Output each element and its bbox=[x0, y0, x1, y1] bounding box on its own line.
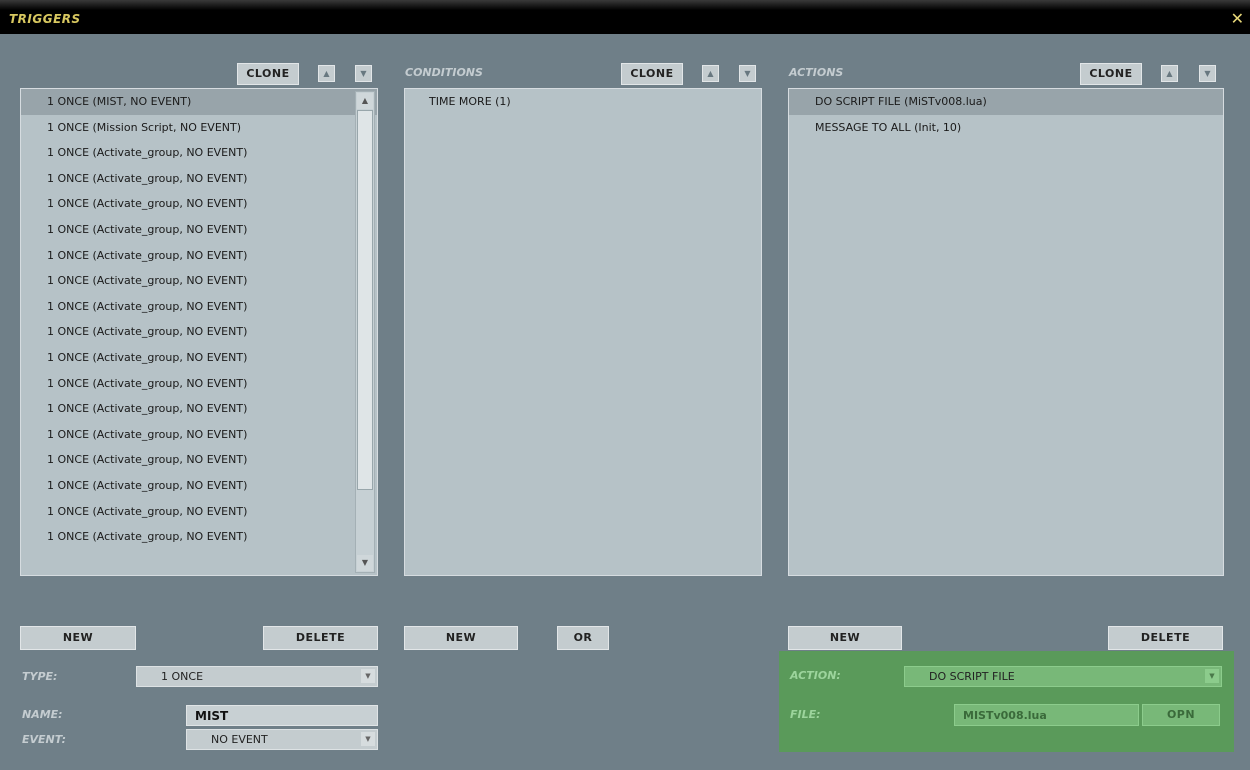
file-field[interactable]: MISTv008.lua bbox=[954, 704, 1139, 726]
scroll-thumb[interactable] bbox=[357, 110, 373, 490]
trigger-list-item[interactable]: 1 ONCE (Activate_group, NO EVENT) bbox=[21, 345, 377, 371]
action-properties-panel: ACTION: DO SCRIPT FILE ▼ FILE: MISTv008.… bbox=[779, 651, 1234, 752]
trigger-list-item[interactable]: 1 ONCE (Activate_group, NO EVENT) bbox=[21, 268, 377, 294]
condition-list-item[interactable]: TIME MORE (1) bbox=[405, 89, 761, 115]
conditions-clone-button[interactable]: CLONE bbox=[621, 63, 683, 85]
actions-list[interactable]: DO SCRIPT FILE (MiSTv008.lua) MESSAGE TO … bbox=[788, 88, 1224, 576]
file-open-button[interactable]: OPN bbox=[1142, 704, 1220, 726]
triggers-scrollbar[interactable]: ▲ ▼ bbox=[355, 91, 375, 573]
triggers-list[interactable]: 1 ONCE (MIST, NO EVENT) 1 ONCE (Mission S… bbox=[20, 88, 378, 576]
condition-or-button[interactable]: OR bbox=[557, 626, 609, 650]
type-label: TYPE: bbox=[22, 670, 58, 683]
conditions-move-up-icon[interactable]: ▲ bbox=[702, 65, 719, 82]
close-icon[interactable]: ✕ bbox=[1231, 9, 1244, 28]
condition-new-button[interactable]: NEW bbox=[404, 626, 518, 650]
event-select[interactable]: NO EVENT ▼ bbox=[186, 729, 378, 750]
type-value: 1 ONCE bbox=[161, 670, 204, 683]
trigger-list-item[interactable]: 1 ONCE (Activate_group, NO EVENT) bbox=[21, 524, 377, 550]
trigger-list-item[interactable]: 1 ONCE (Activate_group, NO EVENT) bbox=[21, 217, 377, 243]
type-select[interactable]: 1 ONCE ▼ bbox=[136, 666, 378, 687]
event-label: EVENT: bbox=[22, 733, 67, 746]
scroll-up-icon[interactable]: ▲ bbox=[357, 93, 373, 109]
chevron-down-icon: ▼ bbox=[1205, 669, 1219, 683]
name-label: NAME: bbox=[22, 708, 63, 721]
scroll-down-icon[interactable]: ▼ bbox=[357, 555, 373, 571]
actions-move-up-icon[interactable]: ▲ bbox=[1161, 65, 1178, 82]
action-new-button[interactable]: NEW bbox=[788, 626, 902, 650]
file-label: FILE: bbox=[790, 708, 821, 721]
actions-header: ACTIONS bbox=[789, 66, 844, 79]
actions-move-down-icon[interactable]: ▼ bbox=[1199, 65, 1216, 82]
chevron-down-icon: ▼ bbox=[361, 669, 375, 683]
title-bar: TRIGGERS ✕ bbox=[0, 0, 1250, 34]
triggers-clone-button[interactable]: CLONE bbox=[237, 63, 299, 85]
trigger-list-item[interactable]: 1 ONCE (Activate_group, NO EVENT) bbox=[21, 140, 377, 166]
trigger-list-item[interactable]: 1 ONCE (Activate_group, NO EVENT) bbox=[21, 499, 377, 525]
trigger-list-item[interactable]: 1 ONCE (Activate_group, NO EVENT) bbox=[21, 166, 377, 192]
window-title: TRIGGERS bbox=[9, 12, 81, 26]
conditions-list[interactable]: TIME MORE (1) bbox=[404, 88, 762, 576]
trigger-new-button[interactable]: NEW bbox=[20, 626, 136, 650]
action-list-item[interactable]: MESSAGE TO ALL (Init, 10) bbox=[789, 115, 1223, 141]
action-label: ACTION: bbox=[790, 669, 841, 682]
name-field[interactable]: MIST bbox=[186, 705, 378, 726]
conditions-header: CONDITIONS bbox=[405, 66, 483, 79]
triggers-move-down-icon[interactable]: ▼ bbox=[355, 65, 372, 82]
chevron-down-icon: ▼ bbox=[361, 732, 375, 746]
action-value: DO SCRIPT FILE bbox=[929, 670, 1015, 683]
trigger-list-item[interactable]: 1 ONCE (Activate_group, NO EVENT) bbox=[21, 243, 377, 269]
action-delete-button[interactable]: DELETE bbox=[1108, 626, 1223, 650]
action-list-item[interactable]: DO SCRIPT FILE (MiSTv008.lua) bbox=[789, 89, 1223, 115]
triggers-move-up-icon[interactable]: ▲ bbox=[318, 65, 335, 82]
trigger-list-item[interactable]: 1 ONCE (Mission Script, NO EVENT) bbox=[21, 115, 377, 141]
trigger-list-item[interactable]: 1 ONCE (Activate_group, NO EVENT) bbox=[21, 447, 377, 473]
trigger-list-item[interactable]: 1 ONCE (Activate_group, NO EVENT) bbox=[21, 422, 377, 448]
trigger-list-item[interactable]: 1 ONCE (Activate_group, NO EVENT) bbox=[21, 473, 377, 499]
trigger-list-item[interactable]: 1 ONCE (Activate_group, NO EVENT) bbox=[21, 396, 377, 422]
action-select[interactable]: DO SCRIPT FILE ▼ bbox=[904, 666, 1222, 687]
actions-clone-button[interactable]: CLONE bbox=[1080, 63, 1142, 85]
trigger-list-item[interactable]: 1 ONCE (Activate_group, NO EVENT) bbox=[21, 191, 377, 217]
trigger-list-item[interactable]: 1 ONCE (Activate_group, NO EVENT) bbox=[21, 319, 377, 345]
conditions-move-down-icon[interactable]: ▼ bbox=[739, 65, 756, 82]
trigger-list-item[interactable]: 1 ONCE (Activate_group, NO EVENT) bbox=[21, 294, 377, 320]
event-value: NO EVENT bbox=[211, 733, 268, 746]
trigger-list-item[interactable]: 1 ONCE (Activate_group, NO EVENT) bbox=[21, 371, 377, 397]
trigger-list-item[interactable]: 1 ONCE (MIST, NO EVENT) bbox=[21, 89, 377, 115]
trigger-delete-button[interactable]: DELETE bbox=[263, 626, 378, 650]
